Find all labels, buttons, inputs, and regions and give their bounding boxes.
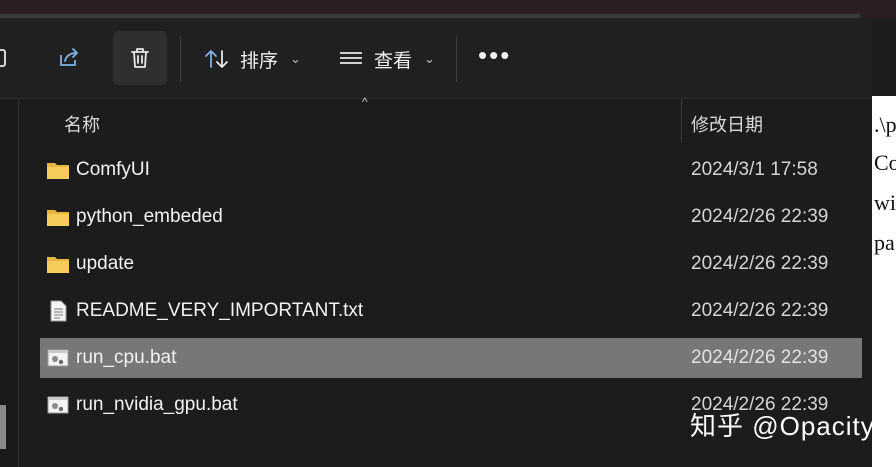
- command-bar: 排序 ⌄ 查看 ⌄ •••: [0, 18, 872, 99]
- chevron-down-icon: ⌄: [290, 51, 301, 66]
- list-view-icon: [340, 52, 362, 64]
- column-divider[interactable]: [681, 99, 682, 143]
- side-text-line: pa: [874, 230, 895, 255]
- file-name: README_VERY_IMPORTANT.txt: [76, 300, 364, 321]
- file-name: run_nvidia_gpu.bat: [76, 394, 238, 415]
- file-name: ComfyUI: [76, 159, 150, 180]
- column-header-row: ^ 名称 修改日期: [19, 95, 862, 143]
- file-name: run_cpu.bat: [76, 347, 177, 368]
- side-text-line: wi: [874, 190, 896, 215]
- file-modified-date: 2024/3/1 17:58: [691, 159, 818, 180]
- sort-label: 排序: [240, 50, 279, 72]
- file-name: python_embeded: [76, 206, 223, 227]
- chevron-down-icon: ⌄: [424, 51, 435, 66]
- batch-file-icon: [47, 396, 69, 414]
- folder-icon: [47, 163, 69, 179]
- batch-file-icon: [47, 349, 69, 367]
- file-modified-date: 2024/2/26 22:39: [691, 347, 829, 368]
- file-row-readme[interactable]: README_VERY_IMPORTANT.txt 2024/2/26 22:3…: [40, 291, 862, 331]
- navigation-pane[interactable]: [0, 99, 19, 467]
- view-label: 查看: [374, 50, 413, 72]
- file-row-update[interactable]: update 2024/2/26 22:39: [40, 244, 862, 284]
- side-text-line: .\p: [874, 112, 896, 137]
- more-options-button[interactable]: •••: [478, 42, 511, 68]
- sort-up-icon: ^: [362, 95, 368, 109]
- file-row-run-cpu-selected[interactable]: run_cpu.bat 2024/2/26 22:39: [40, 338, 862, 378]
- column-header-name[interactable]: 名称: [64, 111, 100, 137]
- navigation-scrollbar-thumb[interactable]: [0, 405, 6, 449]
- file-name: update: [76, 253, 135, 274]
- file-modified-date: 2024/2/26 22:39: [691, 206, 829, 227]
- folder-icon: [47, 210, 69, 226]
- toolbar-separator: [180, 36, 181, 82]
- file-modified-date: 2024/2/26 22:39: [691, 253, 829, 274]
- file-row-python-embeded[interactable]: python_embeded 2024/2/26 22:39: [40, 197, 862, 237]
- sort-icon: [205, 50, 228, 68]
- file-modified-date: 2024/2/26 22:39: [691, 300, 829, 321]
- file-row-comfyui[interactable]: ComfyUI 2024/3/1 17:58: [40, 150, 862, 190]
- share-icon[interactable]: [50, 40, 86, 76]
- window-top-strip: [0, 0, 896, 18]
- sort-button[interactable]: 排序 ⌄: [204, 42, 301, 76]
- folder-icon: [47, 257, 69, 273]
- copy-icon[interactable]: [0, 40, 18, 76]
- text-file-icon: [50, 300, 67, 322]
- delete-button[interactable]: [113, 31, 167, 85]
- view-button[interactable]: 查看 ⌄: [338, 42, 435, 76]
- toolbar-separator: [456, 36, 457, 82]
- side-text-line: Co: [874, 150, 896, 175]
- trash-icon: [131, 48, 149, 68]
- side-document-text: .\p Co wi pa: [872, 96, 896, 467]
- watermark: 知乎 @Opacity: [690, 411, 875, 441]
- column-header-date-modified[interactable]: 修改日期: [691, 111, 763, 137]
